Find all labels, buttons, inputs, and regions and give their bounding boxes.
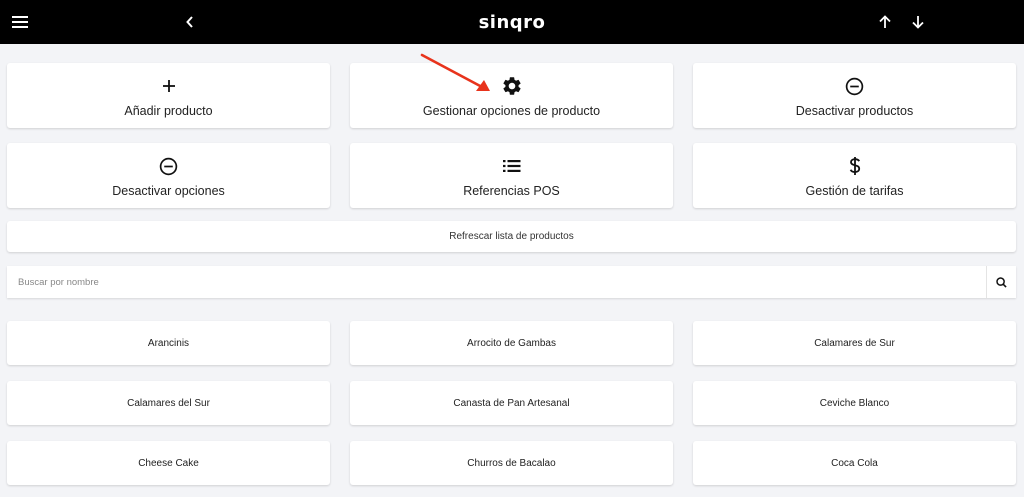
pos-references-label: Referencias POS bbox=[463, 184, 560, 198]
add-product-label: Añadir producto bbox=[124, 104, 213, 118]
rate-management-label: Gestión de tarifas bbox=[805, 184, 904, 198]
product-name: Churros de Bacalao bbox=[467, 457, 556, 469]
hamburger-menu-icon bbox=[12, 16, 28, 28]
product-name: Calamares del Sur bbox=[127, 397, 210, 409]
product-name: Calamares de Sur bbox=[814, 337, 895, 349]
add-product-button[interactable]: Añadir producto bbox=[7, 63, 330, 128]
pos-references-button[interactable]: Referencias POS bbox=[350, 143, 673, 208]
menu-button[interactable] bbox=[6, 0, 34, 44]
product-item[interactable]: Arrocito de Gambas bbox=[350, 321, 673, 365]
manage-product-options-label: Gestionar opciones de producto bbox=[422, 104, 601, 118]
product-name: Canasta de Pan Artesanal bbox=[453, 397, 570, 409]
search-input[interactable] bbox=[7, 266, 985, 298]
deactivate-options-button[interactable]: Desactivar opciones bbox=[7, 143, 330, 208]
search-bar bbox=[7, 266, 1016, 298]
product-item[interactable]: Coca Cola bbox=[693, 441, 1016, 485]
move-up-button[interactable] bbox=[874, 0, 896, 44]
deactivate-options-label: Desactivar opciones bbox=[112, 184, 225, 198]
product-item[interactable]: Calamares del Sur bbox=[7, 381, 330, 425]
dollar-icon bbox=[849, 157, 860, 175]
product-name: Ceviche Blanco bbox=[819, 397, 890, 409]
product-item[interactable]: Cheese Cake bbox=[7, 441, 330, 485]
app-logo: sinqro bbox=[478, 11, 546, 33]
back-button[interactable] bbox=[178, 0, 202, 44]
product-item[interactable]: Ceviche Blanco bbox=[693, 381, 1016, 425]
search-icon bbox=[996, 276, 1007, 288]
list-icon bbox=[502, 160, 520, 172]
minus-circle-icon bbox=[159, 157, 178, 175]
product-item[interactable]: Calamares de Sur bbox=[693, 321, 1016, 365]
rate-management-button[interactable]: Gestión de tarifas bbox=[693, 143, 1016, 208]
product-name: Arrocito de Gambas bbox=[467, 337, 556, 349]
product-item[interactable]: Arancinis bbox=[7, 321, 330, 365]
chevron-left-icon bbox=[186, 16, 193, 28]
deactivate-products-button[interactable]: Desactivar productos bbox=[693, 63, 1016, 128]
top-bar: sinqro bbox=[0, 0, 1024, 44]
deactivate-products-label: Desactivar productos bbox=[795, 104, 914, 118]
refresh-products-button[interactable]: Refrescar lista de productos bbox=[7, 221, 1016, 252]
refresh-products-label: Refrescar lista de productos bbox=[449, 231, 574, 242]
arrow-up-icon bbox=[879, 15, 891, 28]
manage-product-options-button[interactable]: Gestionar opciones de producto bbox=[350, 63, 673, 128]
arrow-down-icon bbox=[912, 16, 924, 29]
product-name: Arancinis bbox=[147, 337, 190, 349]
product-item[interactable]: Churros de Bacalao bbox=[350, 441, 673, 485]
gear-icon bbox=[502, 77, 521, 95]
minus-circle-icon bbox=[845, 77, 864, 95]
product-name: Coca Cola bbox=[831, 457, 878, 469]
product-name: Cheese Cake bbox=[138, 457, 199, 469]
plus-icon bbox=[162, 80, 175, 92]
move-down-button[interactable] bbox=[907, 0, 929, 44]
search-button[interactable] bbox=[986, 266, 1016, 298]
product-item[interactable]: Canasta de Pan Artesanal bbox=[350, 381, 673, 425]
